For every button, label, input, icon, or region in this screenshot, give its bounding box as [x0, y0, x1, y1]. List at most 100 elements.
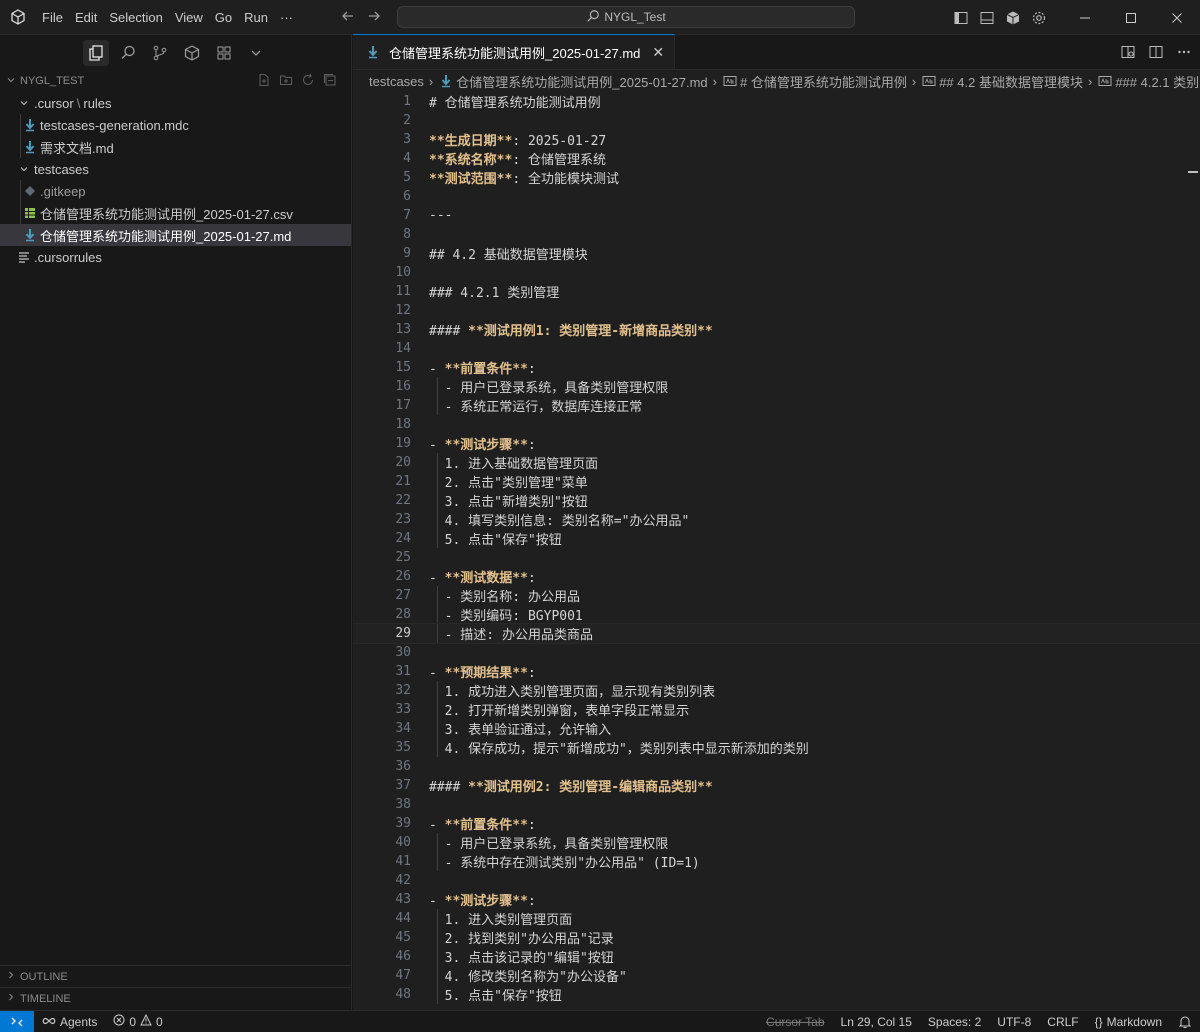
language-mode[interactable]: {} Markdown — [1087, 1015, 1170, 1029]
code-line[interactable]: 46 3. 点击该记录的"编辑"按钮 — [353, 947, 1200, 966]
open-preview-icon[interactable] — [1120, 44, 1136, 63]
breadcrumb-h2[interactable]: ## 4.2 基础数据管理模块 — [939, 72, 1083, 91]
code-line[interactable]: 25 — [353, 548, 1200, 567]
extensions-cube-icon[interactable] — [179, 40, 205, 66]
code-line[interactable]: 43 - **测试步骤**: — [353, 890, 1200, 909]
menu-item-3[interactable]: View — [169, 10, 209, 25]
code-line[interactable]: 20 1. 进入基础数据管理页面 — [353, 453, 1200, 472]
code-line[interactable]: 8 — [353, 225, 1200, 244]
tree-file-testcases-generation[interactable]: testcases-generation.mdc — [0, 114, 351, 136]
more-actions-icon[interactable] — [1176, 44, 1192, 63]
menu-item-6[interactable]: ··· — [274, 10, 299, 25]
tree-folder-testcases[interactable]: testcases — [0, 158, 351, 180]
notifications-bell-icon[interactable] — [1170, 1015, 1200, 1029]
workspace-header[interactable]: NYGL_TEST — [0, 70, 351, 92]
code-line[interactable]: 45 2. 找到类别"办公用品"记录 — [353, 928, 1200, 947]
cube-icon[interactable] — [1000, 0, 1026, 35]
breadcrumb-folder[interactable]: testcases — [369, 74, 424, 89]
code-line[interactable]: 14 — [353, 339, 1200, 358]
code-line[interactable]: 15 - **前置条件**: — [353, 358, 1200, 377]
code-line[interactable]: 37 #### **测试用例2: 类别管理-编辑商品类别** — [353, 776, 1200, 795]
back-arrow-icon[interactable] — [340, 8, 356, 27]
source-control-icon[interactable] — [147, 40, 173, 66]
tree-file-csv[interactable]: 仓储管理系统功能测试用例_2025-01-27.csv — [0, 202, 351, 224]
code-line[interactable]: 23 4. 填写类别信息: 类别名称="办公用品" — [353, 510, 1200, 529]
code-line[interactable]: 22 3. 点击"新增类别"按钮 — [353, 491, 1200, 510]
tree-folder-cursor-rules[interactable]: .cursor \ rules — [0, 92, 351, 114]
code-line[interactable]: 19 - **测试步骤**: — [353, 434, 1200, 453]
code-line[interactable]: 6 — [353, 187, 1200, 206]
code-editor[interactable]: 1 # 仓储管理系统功能测试用例 2 3 **生成日期**: 2025-01-27 4 **… — [353, 92, 1200, 1010]
menu-item-0[interactable]: File — [36, 10, 69, 25]
code-line[interactable]: 28 - 类别编码: BGYP001 — [353, 605, 1200, 624]
timeline-section[interactable]: TIMELINE — [0, 987, 352, 1009]
code-line[interactable]: 41 - 系统中存在测试类别"办公用品" (ID=1) — [353, 852, 1200, 871]
code-line[interactable]: 21 2. 点击"类别管理"菜单 — [353, 472, 1200, 491]
code-line[interactable]: 47 4. 修改类别名称为"办公设备" — [353, 966, 1200, 985]
minimize-window-icon[interactable] — [1062, 0, 1108, 35]
cursor-position[interactable]: Ln 29, Col 15 — [833, 1015, 920, 1029]
split-editor-icon[interactable] — [1148, 44, 1164, 63]
editor-tab-active[interactable]: 仓储管理系统功能测试用例_2025-01-27.md ✕ — [353, 34, 676, 69]
code-line[interactable]: 35 4. 保存成功，提示"新增成功"，类别列表中显示新添加的类别 — [353, 738, 1200, 757]
close-window-icon[interactable] — [1154, 0, 1200, 35]
maximize-window-icon[interactable] — [1108, 0, 1154, 35]
code-line[interactable]: 39 - **前置条件**: — [353, 814, 1200, 833]
code-line[interactable]: 38 — [353, 795, 1200, 814]
code-line[interactable]: 4 **系统名称**: 仓储管理系统 — [353, 149, 1200, 168]
code-line[interactable]: 42 — [353, 871, 1200, 890]
code-line[interactable]: 1 # 仓储管理系统功能测试用例 — [353, 92, 1200, 111]
settings-gear-icon[interactable] — [1026, 0, 1052, 35]
tree-file-md-selected[interactable]: 仓储管理系统功能测试用例_2025-01-27.md — [0, 224, 351, 246]
toggle-panel-icon[interactable] — [974, 0, 1000, 35]
breadcrumb-h1[interactable]: # 仓储管理系统功能测试用例 — [740, 72, 907, 91]
code-line[interactable]: 2 — [353, 111, 1200, 130]
code-line[interactable]: 13 #### **测试用例1: 类别管理-新增商品类别** — [353, 320, 1200, 339]
problems-status[interactable]: 0 0 — [105, 1013, 170, 1029]
code-line[interactable]: 3 **生成日期**: 2025-01-27 — [353, 130, 1200, 149]
code-line[interactable]: 34 3. 表单验证通过，允许输入 — [353, 719, 1200, 738]
toggle-primary-sidebar-icon[interactable] — [948, 0, 974, 35]
code-line[interactable]: 10 — [353, 263, 1200, 282]
menu-item-2[interactable]: Selection — [103, 10, 168, 25]
code-line[interactable]: 12 — [353, 301, 1200, 320]
code-line[interactable]: 29 - 描述: 办公用品类商品 — [353, 623, 1200, 644]
code-line[interactable]: 5 **测试范围**: 全功能模块测试 — [353, 168, 1200, 187]
tree-file-cursorrules[interactable]: .cursorrules — [0, 246, 351, 268]
outline-section[interactable]: OUTLINE — [0, 965, 352, 987]
menu-item-1[interactable]: Edit — [69, 10, 103, 25]
tree-file-requirements[interactable]: 需求文档.md — [0, 136, 351, 158]
new-file-icon[interactable] — [257, 73, 271, 90]
code-line[interactable]: 24 5. 点击"保存"按钮 — [353, 529, 1200, 548]
code-line[interactable]: 44 1. 进入类别管理页面 — [353, 909, 1200, 928]
tree-file-gitkeep[interactable]: .gitkeep — [0, 180, 351, 202]
code-line[interactable]: 31 - **预期结果**: — [353, 662, 1200, 681]
code-line[interactable]: 27 - 类别名称: 办公用品 — [353, 586, 1200, 605]
breadcrumb-h3[interactable]: ### 4.2.1 类别 — [1115, 72, 1199, 91]
close-tab-icon[interactable]: ✕ — [652, 44, 664, 61]
eol-status[interactable]: CRLF — [1039, 1015, 1086, 1029]
code-line[interactable]: 33 2. 打开新增类别弹窗，表单字段正常显示 — [353, 700, 1200, 719]
collapse-all-icon[interactable] — [323, 73, 337, 90]
new-folder-icon[interactable] — [279, 73, 293, 90]
code-line[interactable]: 7 --- — [353, 206, 1200, 225]
code-line[interactable]: 40 - 用户已登录系统，具备类别管理权限 — [353, 833, 1200, 852]
cursor-tab-status[interactable]: Cursor Tab — [758, 1015, 832, 1029]
agents-status[interactable]: Agents — [34, 1015, 105, 1029]
breadcrumb-file[interactable]: 仓储管理系统功能测试用例_2025-01-27.md — [456, 72, 707, 91]
remote-indicator-icon[interactable] — [0, 1010, 34, 1032]
code-line[interactable]: 16 - 用户已登录系统，具备类别管理权限 — [353, 377, 1200, 396]
encoding-status[interactable]: UTF-8 — [989, 1015, 1039, 1029]
search-view-icon[interactable] — [115, 40, 141, 66]
code-line[interactable]: 26 - **测试数据**: — [353, 567, 1200, 586]
explorer-files-icon[interactable] — [83, 39, 109, 66]
menu-item-5[interactable]: Run — [238, 10, 274, 25]
code-line[interactable]: 9 ## 4.2 基础数据管理模块 — [353, 244, 1200, 263]
indentation-status[interactable]: Spaces: 2 — [920, 1015, 989, 1029]
command-center-search[interactable]: NYGL_Test — [397, 6, 855, 28]
refresh-icon[interactable] — [301, 73, 315, 90]
code-line[interactable]: 11 ### 4.2.1 类别管理 — [353, 282, 1200, 301]
menu-item-4[interactable]: Go — [209, 10, 238, 25]
code-line[interactable]: 36 — [353, 757, 1200, 776]
code-line[interactable]: 17 - 系统正常运行，数据库连接正常 — [353, 396, 1200, 415]
